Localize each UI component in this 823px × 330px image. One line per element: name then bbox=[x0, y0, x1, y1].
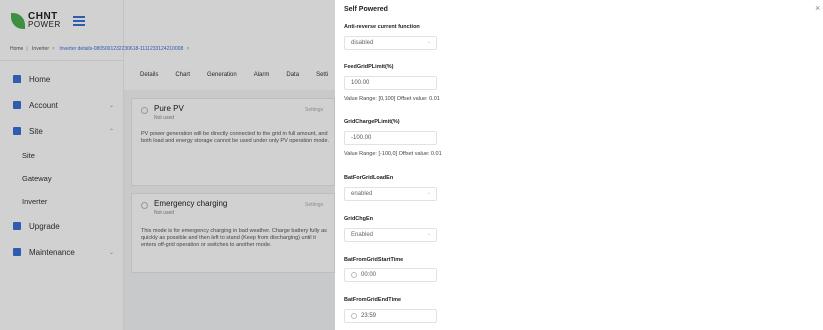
drawer-title: Self Powered bbox=[344, 6, 388, 13]
select-value: Enabled bbox=[351, 232, 374, 238]
grid-charge-label: GridChargePLimit(%) bbox=[344, 119, 400, 125]
select-value: disabled bbox=[351, 40, 374, 46]
modal-overlay[interactable] bbox=[0, 0, 335, 330]
clock-icon bbox=[351, 313, 357, 319]
anti-reverse-select[interactable]: disabled ⌄ bbox=[344, 36, 437, 50]
select-value: enabled bbox=[351, 191, 373, 197]
feed-grid-hint: Value Range: [0,100] Offset value: 0.01 bbox=[344, 96, 440, 102]
grid-charge-input[interactable]: -100.00 bbox=[344, 131, 437, 145]
grid-chg-en-label: GridChgEn bbox=[344, 216, 374, 222]
bat-for-grid-label: BatForGridLoadEn bbox=[344, 175, 394, 181]
chevron-down-icon: ⌄ bbox=[426, 190, 431, 196]
close-icon[interactable]: × bbox=[815, 3, 820, 13]
time-value: 23:59 bbox=[361, 313, 377, 319]
bat-end-time-label: BatFromGridEndTime bbox=[344, 297, 402, 303]
chevron-down-icon: ⌄ bbox=[426, 39, 431, 45]
chevron-down-icon: ⌄ bbox=[426, 231, 431, 237]
feed-grid-label: FeedGridPLimit(%) bbox=[344, 64, 394, 70]
self-powered-drawer: Self Powered × Anti-reverse current func… bbox=[335, 0, 823, 330]
bat-start-time-label: BatFromGridStartTime bbox=[344, 257, 404, 263]
bat-end-time-input[interactable]: 23:59 bbox=[344, 309, 437, 323]
bat-start-time-input[interactable]: 00:00 bbox=[344, 268, 437, 282]
grid-charge-hint: Value Range: [-100,0] Offset value: 0.01 bbox=[344, 151, 442, 157]
feed-grid-input[interactable]: 100.00 bbox=[344, 76, 437, 90]
grid-chg-en-select[interactable]: Enabled ⌄ bbox=[344, 228, 437, 242]
clock-icon bbox=[351, 272, 357, 278]
time-value: 00:00 bbox=[361, 272, 377, 278]
bat-for-grid-select[interactable]: enabled ⌄ bbox=[344, 187, 437, 201]
anti-reverse-label: Anti-reverse current function bbox=[344, 24, 420, 30]
